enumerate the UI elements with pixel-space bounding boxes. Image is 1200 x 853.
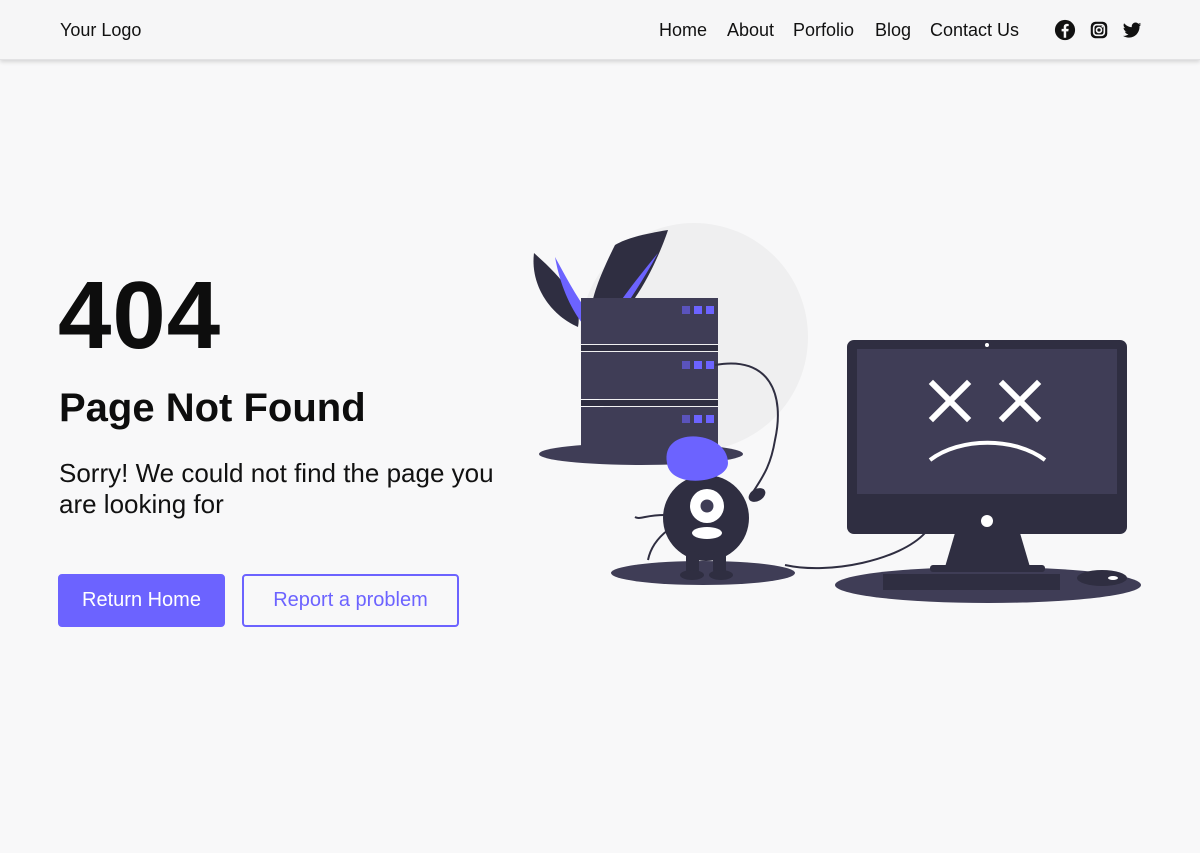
error-message: Sorry! We could not find the page you ar… bbox=[59, 458, 494, 519]
page-title: Page Not Found bbox=[59, 386, 366, 430]
navbar: Your Logo Home About Porfolio Blog Conta… bbox=[0, 0, 1200, 60]
nav-contact-link[interactable]: Contact Us bbox=[930, 20, 1019, 41]
instagram-icon[interactable] bbox=[1088, 19, 1110, 41]
logo[interactable]: Your Logo bbox=[60, 20, 141, 41]
report-problem-button[interactable]: Report a problem bbox=[242, 574, 459, 627]
nav-blog-link[interactable]: Blog bbox=[875, 20, 911, 41]
error-code: 404 bbox=[58, 262, 222, 369]
error-illustration bbox=[520, 215, 1160, 625]
nav-home-link[interactable]: Home bbox=[659, 20, 707, 41]
twitter-icon[interactable] bbox=[1121, 19, 1143, 41]
nav-portfolio-link[interactable]: Porfolio bbox=[793, 20, 854, 41]
facebook-icon[interactable] bbox=[1054, 19, 1076, 41]
nav-about-link[interactable]: About bbox=[727, 20, 774, 41]
return-home-button[interactable]: Return Home bbox=[58, 574, 225, 627]
server-monster-monitor-illustration bbox=[533, 223, 1141, 603]
